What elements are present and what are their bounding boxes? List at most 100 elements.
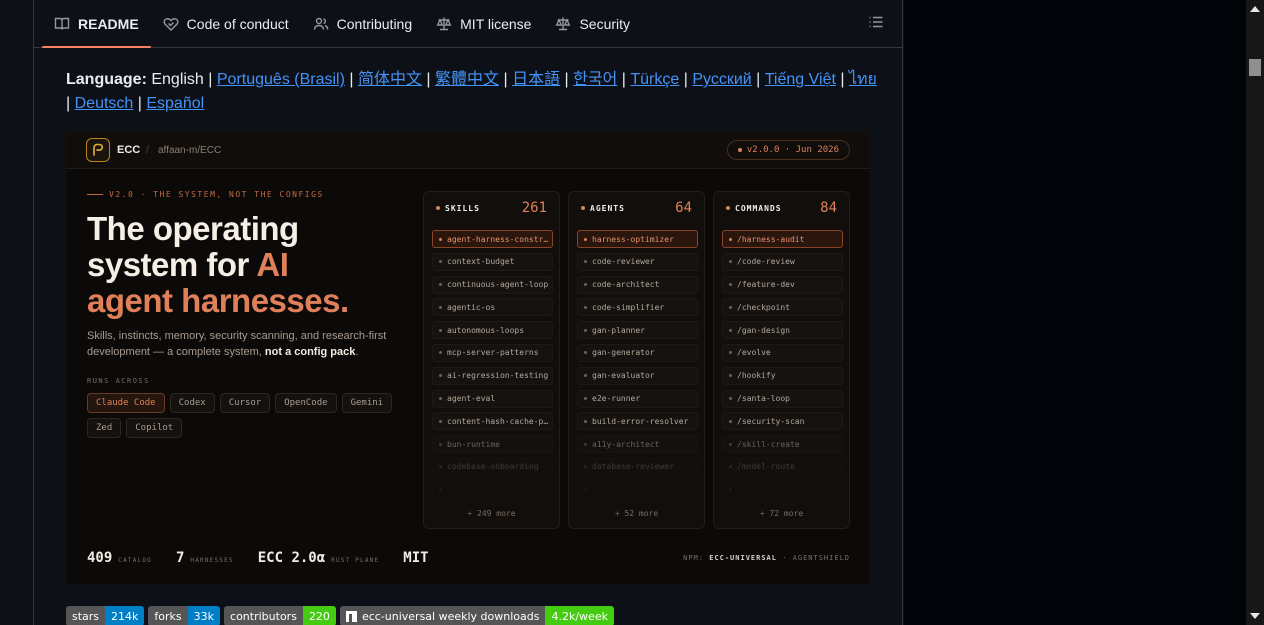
list-item: context-budget	[432, 252, 553, 271]
version-pill: v2.0.0 · Jun 2026	[726, 140, 850, 160]
list-item: /feature-dev	[722, 275, 843, 294]
tab-contributing[interactable]: Contributing	[301, 0, 425, 47]
badge-key: stars	[66, 606, 106, 625]
column-title-text: SKILLS	[445, 203, 480, 213]
list-item: harness-optimizer	[577, 230, 698, 248]
list-item	[432, 480, 553, 499]
language-label: Language:	[66, 71, 147, 88]
chip-cursor: Cursor	[219, 393, 271, 413]
chip-zed: Zed	[87, 418, 122, 438]
column-more: + 249 more	[467, 509, 516, 518]
column-count: 261	[521, 200, 547, 216]
column-title-text: COMMANDS	[735, 203, 782, 213]
column-title: AGENTS	[581, 204, 625, 213]
list-item: a11y-architect	[577, 435, 698, 454]
heart-handshake-icon	[163, 17, 179, 31]
readme-tabs: README Code of conduct Contributing MIT …	[34, 0, 902, 48]
list-item: bun-runtime	[432, 435, 553, 454]
language-link-ja[interactable]: 日本語	[512, 71, 560, 88]
column-more: + 72 more	[759, 509, 804, 518]
chip-opencode: OpenCode	[275, 393, 337, 413]
column-list: agent-harness-constr… context-budget con…	[432, 230, 553, 504]
column-header: AGENTS 64	[581, 200, 692, 216]
stat-harnesses: 7 HARNESSES	[175, 550, 234, 566]
tab-label: Code of conduct	[186, 15, 289, 32]
list-item: /security-scan	[722, 412, 843, 431]
outline-button[interactable]	[868, 14, 888, 34]
banner-subtitle: Skills, instincts, memory, security scan…	[87, 328, 397, 360]
column-title: COMMANDS	[726, 204, 782, 213]
left-gutter	[0, 0, 33, 625]
dot-icon	[737, 148, 742, 152]
language-current: English	[151, 71, 204, 88]
list-item: continuous-agent-loop	[432, 275, 553, 294]
badge-contributors[interactable]: contributors 220	[224, 606, 336, 625]
banner-brand: ECC	[117, 144, 141, 156]
language-link-es[interactable]: Español	[146, 95, 204, 112]
hero-banner[interactable]: ECC / affaan-m/ECC v2.0.0 · Jun 2026 V2.…	[66, 131, 870, 584]
banner-separator: /	[146, 144, 150, 156]
language-link-tr[interactable]: Türkçe	[630, 71, 679, 88]
readme-panel: README Code of conduct Contributing MIT …	[33, 0, 903, 625]
list-item: /model-route	[722, 457, 843, 476]
ecc-logo-icon	[86, 138, 110, 162]
language-link-ru[interactable]: Русский	[692, 71, 751, 88]
banner-headline: The operating system for AI agent harnes…	[87, 211, 407, 319]
language-link-zh-tw[interactable]: 繁體中文	[435, 71, 499, 88]
npm-icon	[345, 610, 357, 622]
list-item: /checkpoint	[722, 298, 843, 317]
list-item: /harness-audit	[722, 230, 843, 248]
list-item: e2e-runner	[577, 389, 698, 408]
list-icon	[869, 16, 883, 28]
npm-line: NPM: ECC-UNIVERSAL · AGENTSHIELD	[683, 554, 850, 562]
headline-line-3: agent harnesses.	[87, 282, 349, 319]
language-link-zh-cn[interactable]: 简体中文	[358, 71, 422, 88]
list-item: code-simplifier	[577, 298, 698, 317]
banner-stats: 409 CATALOG 7 HARNESSES ECC 2.0α RUST PLANE…	[87, 550, 459, 570]
list-item	[722, 480, 843, 499]
tab-code-of-conduct[interactable]: Code of conduct	[151, 0, 301, 47]
list-item: agentic-os	[432, 298, 553, 317]
scroll-down-arrow-icon[interactable]	[1250, 613, 1260, 619]
column-header: COMMANDS 84	[726, 200, 837, 216]
law-icon	[556, 17, 571, 30]
subtitle-strong: not a config pack	[264, 346, 356, 358]
badge-npm-downloads[interactable]: ecc-universal weekly downloads 4.2k/week	[339, 606, 614, 625]
language-link-pt-br[interactable]: Português (Brasil)	[217, 71, 345, 88]
language-link-de[interactable]: Deutsch	[75, 95, 134, 112]
tab-mit-license[interactable]: MIT license	[424, 0, 543, 47]
tab-label: Security	[579, 15, 631, 32]
language-link-ko[interactable]: 한국어	[573, 71, 617, 88]
agents-column: AGENTS 64 harness-optimizer code-reviewe…	[568, 191, 705, 529]
list-item: autonomous-loops	[432, 321, 553, 340]
vertical-scrollbar[interactable]	[1246, 0, 1264, 625]
scrollbar-thumb[interactable]	[1249, 59, 1261, 76]
runs-across-chips: Claude Code Codex Cursor OpenCode Gemini…	[87, 393, 407, 438]
tab-security[interactable]: Security	[543, 0, 642, 47]
list-item: code-reviewer	[577, 252, 698, 271]
list-item: agent-eval	[432, 389, 553, 408]
badge-stars[interactable]: stars 214k	[66, 606, 145, 625]
version-text: v2.0.0 · Jun 2026	[746, 145, 839, 155]
language-link-vi[interactable]: Tiếng Việt	[765, 71, 836, 88]
badge-key: contributors	[224, 606, 303, 625]
list-item: content-hash-cache-p…	[432, 412, 553, 431]
tab-readme[interactable]: README	[42, 0, 151, 48]
tab-label: README	[78, 15, 139, 32]
list-item: gan-evaluator	[577, 366, 698, 385]
badge-forks[interactable]: forks 33k	[148, 606, 221, 625]
list-item: code-architect	[577, 275, 698, 294]
headline-line-2a: system for	[87, 246, 257, 283]
list-item: gan-generator	[577, 343, 698, 362]
list-item: /santa-loop	[722, 389, 843, 408]
dot-icon	[581, 206, 585, 210]
scroll-up-arrow-icon[interactable]	[1250, 6, 1260, 12]
language-link-th[interactable]: ไทย	[849, 71, 877, 88]
banner-repo: affaan-m/ECC	[158, 145, 222, 156]
subtitle-end: .	[355, 346, 359, 358]
list-item: /hookify	[722, 366, 843, 385]
tab-label: Contributing	[336, 15, 413, 32]
chip-codex: Codex	[169, 393, 215, 413]
commands-column: COMMANDS 84 /harness-audit /code-review …	[713, 191, 850, 529]
chip-claude-code: Claude Code	[87, 393, 165, 413]
